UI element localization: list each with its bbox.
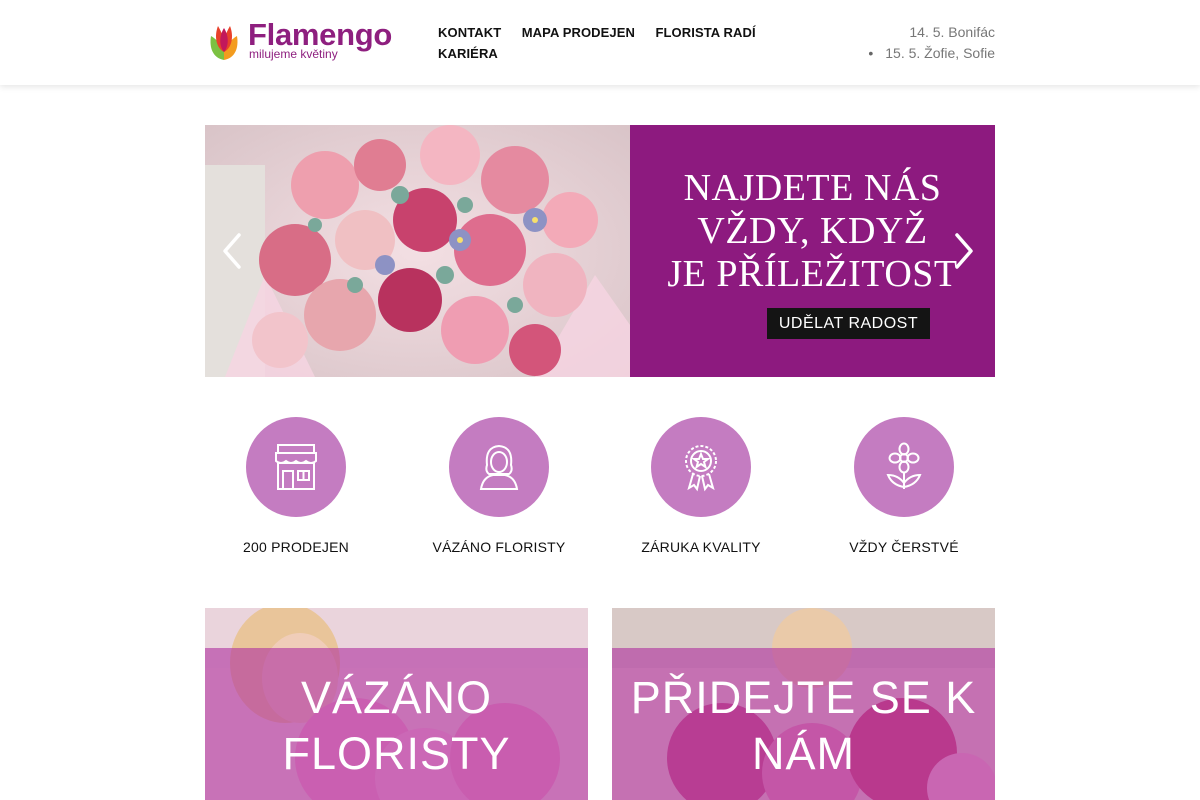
nameday-today: 14. 5. Bonifác (909, 24, 995, 40)
nav-link-kontakt[interactable]: KONTAKT (438, 22, 501, 43)
feature-item: 200 PRODEJEN (196, 417, 396, 555)
feature-circle (651, 417, 751, 517)
slider-next-button[interactable] (951, 231, 977, 271)
site-header: Flamengo milujeme květiny KONTAKT MAPA P… (0, 0, 1200, 85)
nav-link-mapa-prodejen[interactable]: MAPA PRODEJEN (522, 22, 635, 43)
florist-person-icon (479, 444, 519, 490)
logo-tagline: milujeme květiny (249, 47, 338, 61)
nav-link-kariera[interactable]: KARIÉRA (438, 43, 498, 64)
feature-label: VŽDY ČERSTVÉ (849, 539, 959, 555)
bullet: • (868, 45, 874, 61)
feature-circle (854, 417, 954, 517)
nameday-tomorrow-row: • 15. 5. Žofie, Sofie (868, 43, 995, 64)
slide-promo-panel: NAJDETE NÁS VŽDY, KDYŽ JE PŘÍLEŽITOST UD… (630, 125, 995, 377)
namedays: 14. 5. Bonifác • 15. 5. Žofie, Sofie (868, 22, 995, 64)
nav-link-florista-radi[interactable]: FLORISTA RADÍ (655, 22, 755, 43)
logo[interactable]: Flamengo milujeme květiny (207, 17, 407, 64)
main-nav: KONTAKT MAPA PRODEJEN FLORISTA RADÍ KARI… (438, 22, 778, 64)
promo-card-vazano-floristy[interactable]: VÁZÁNO FLORISTY (205, 608, 588, 800)
card-title-line: VÁZÁNO (300, 672, 493, 723)
feature-label: VÁZÁNO FLORISTY (432, 539, 566, 555)
headline-line: VŽDY, KDYŽ (697, 210, 928, 252)
chevron-right-icon (955, 233, 973, 269)
bouquet-image (205, 125, 630, 377)
headline-line: NAJDETE NÁS (683, 167, 942, 209)
storefront-icon (275, 444, 317, 490)
headline-line: JE PŘÍLEŽITOST (667, 253, 958, 295)
feature-item: VŽDY ČERSTVÉ (804, 417, 1004, 555)
features-row: 200 PRODEJEN VÁZÁNO FLORISTY ZÁRUKA KVAL… (205, 417, 995, 567)
card-title: PŘIDEJTE SE K NÁM (612, 670, 995, 782)
card-title: VÁZÁNO FLORISTY (205, 670, 588, 782)
udelat-radost-button[interactable]: UDĚLAT RADOST (767, 308, 930, 339)
feature-label: 200 PRODEJEN (243, 539, 349, 555)
feature-item: ZÁRUKA KVALITY (601, 417, 801, 555)
feature-item: VÁZÁNO FLORISTY (399, 417, 599, 555)
bouquet-photo (205, 125, 630, 377)
flower-icon (886, 442, 922, 489)
tulip-logo-icon (210, 26, 238, 60)
quality-rosette-icon (685, 445, 717, 492)
card-title-line: NÁM (752, 728, 855, 779)
promo-card-pridejte-se[interactable]: PŘIDEJTE SE K NÁM (612, 608, 995, 800)
slider-prev-button[interactable] (219, 231, 245, 271)
feature-circle (449, 417, 549, 517)
card-title-line: FLORISTY (282, 728, 511, 779)
chevron-left-icon (223, 233, 241, 269)
card-title-line: PŘIDEJTE SE K (630, 672, 977, 723)
slide-headline: NAJDETE NÁS VŽDY, KDYŽ JE PŘÍLEŽITOST (630, 167, 995, 296)
hero-slider: NAJDETE NÁS VŽDY, KDYŽ JE PŘÍLEŽITOST UD… (205, 125, 995, 377)
feature-circle (246, 417, 346, 517)
feature-label: ZÁRUKA KVALITY (641, 539, 761, 555)
nameday-tomorrow: 15. 5. Žofie, Sofie (885, 45, 995, 61)
